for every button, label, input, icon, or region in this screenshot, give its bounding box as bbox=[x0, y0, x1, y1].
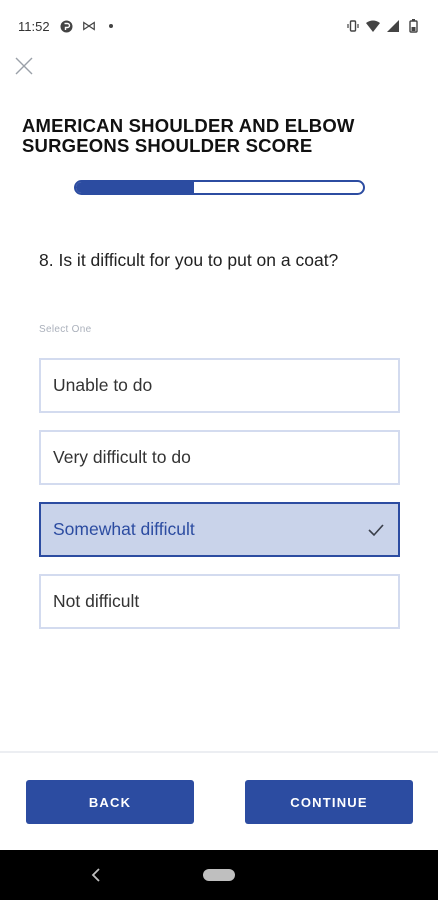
answer-option-very-difficult[interactable]: Very difficult to do bbox=[39, 430, 400, 485]
media-icon bbox=[82, 19, 96, 33]
vibrate-icon bbox=[346, 19, 360, 33]
question-text: 8. Is it difficult for you to put on a c… bbox=[39, 250, 339, 270]
check-icon bbox=[366, 520, 386, 540]
status-bar: 11:52 bbox=[0, 0, 438, 52]
continue-button[interactable]: CONTINUE bbox=[245, 780, 413, 824]
wifi-icon bbox=[366, 19, 380, 33]
status-right-icons bbox=[346, 19, 420, 33]
option-label: Somewhat difficult bbox=[53, 519, 195, 539]
back-button[interactable]: BACK bbox=[26, 780, 194, 824]
nav-back-icon[interactable] bbox=[86, 865, 106, 885]
system-nav-bar bbox=[0, 850, 438, 900]
check-icon bbox=[366, 592, 386, 612]
option-label: Unable to do bbox=[53, 375, 153, 395]
answer-option-not-difficult[interactable]: Not difficult bbox=[39, 574, 400, 629]
check-icon bbox=[366, 376, 386, 396]
close-button[interactable] bbox=[12, 56, 36, 80]
close-icon bbox=[15, 57, 33, 80]
progress-bar bbox=[74, 180, 365, 195]
signal-icon bbox=[386, 19, 400, 33]
answer-option-unable[interactable]: Unable to do bbox=[39, 358, 400, 413]
option-label: Very difficult to do bbox=[53, 447, 191, 467]
answer-option-somewhat-difficult[interactable]: Somewhat difficult bbox=[39, 502, 400, 557]
footer-divider bbox=[0, 751, 438, 753]
app-notification-icon bbox=[60, 19, 74, 33]
page-title: AMERICAN SHOULDER AND ELBOW SURGEONS SHO… bbox=[22, 115, 355, 156]
check-icon bbox=[366, 448, 386, 468]
dot-icon bbox=[104, 19, 118, 33]
option-label: Not difficult bbox=[53, 591, 140, 611]
status-time: 11:52 bbox=[18, 18, 50, 34]
progress-fill bbox=[76, 182, 194, 193]
answer-options: Unable to do Very difficult to do Somewh… bbox=[39, 358, 400, 646]
battery-icon bbox=[406, 19, 420, 33]
nav-home-pill[interactable] bbox=[203, 869, 235, 881]
select-hint: Select One bbox=[39, 324, 92, 335]
status-left-icons bbox=[60, 19, 118, 33]
